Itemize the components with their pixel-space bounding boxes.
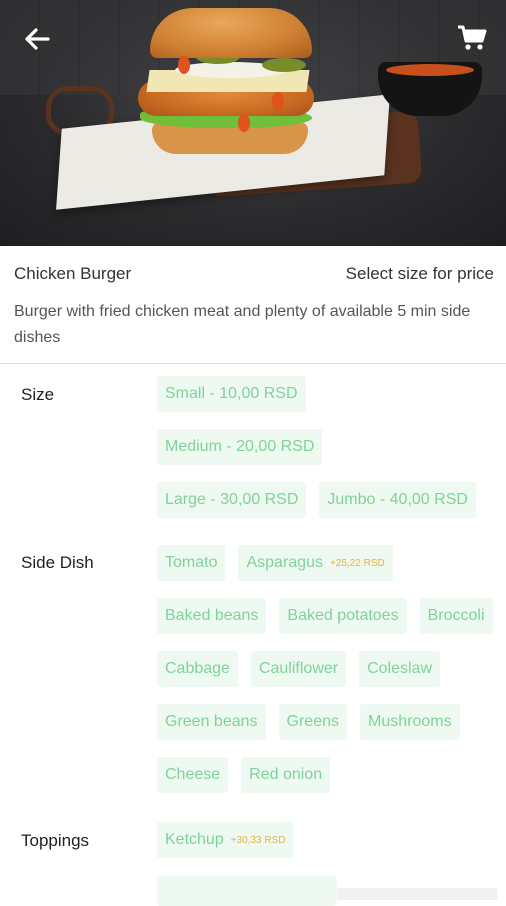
size-option[interactable]: Large - 30,00 RSD [157,482,307,518]
side-dish-option[interactable]: Baked beans [157,598,267,634]
back-button[interactable] [20,22,54,56]
size-label: Size [21,385,55,404]
side-dish-option[interactable]: Cabbage [157,651,238,687]
toppings-label: Toppings [21,831,90,850]
side-dish-option[interactable]: Asparagus +25,22 RSD [238,545,393,581]
burger-bun-top [150,8,312,58]
option-price: +30,33 RSD [230,834,286,846]
product-image [0,0,506,246]
side-dish-option[interactable]: Cheese [157,757,229,793]
size-options: Small - 10,00 RSD Medium - 20,00 RSD Lar… [157,376,477,518]
sauce [386,64,474,76]
side-dish-option[interactable]: Tomato [157,545,226,581]
arrow-left-icon [25,28,50,50]
side-dish-options: Tomato Asparagus +25,22 RSD Baked beans … [157,545,497,793]
side-dish-option[interactable]: Red onion [241,757,331,793]
side-dish-option[interactable]: Green beans [157,704,266,740]
topping-option[interactable]: Ketchup +30,33 RSD [157,822,294,858]
product-header-row: Chicken Burger Select size for price [14,262,494,286]
burger-sauce [272,92,284,110]
shopping-cart-icon [458,25,487,50]
bottom-bar [337,888,497,900]
side-dish-option[interactable]: Baked potatoes [279,598,407,634]
side-dish-option[interactable]: Coleslaw [359,651,441,687]
product-name: Chicken Burger [14,264,132,283]
side-dish-option[interactable]: Broccoli [419,598,493,634]
side-dish-option[interactable]: Mushrooms [359,704,460,740]
divider [0,363,506,364]
toppings-options: Ketchup +30,33 RSD [157,822,497,858]
side-dish-label: Side Dish [21,553,94,572]
size-option[interactable]: Small - 10,00 RSD [157,376,306,412]
price-hint: Select size for price [345,264,494,283]
burger-sauce [178,56,190,74]
product-description: Burger with fried chicken meat and plent… [14,303,471,346]
burger-sauce [238,114,250,132]
size-option[interactable]: Jumbo - 40,00 RSD [319,482,476,518]
burger-pickle [262,58,306,72]
cart-button[interactable] [454,20,490,56]
size-option[interactable]: Medium - 20,00 RSD [157,429,323,465]
option-price: +25,22 RSD [329,557,385,569]
side-dish-option[interactable]: Greens [278,704,347,740]
topping-option-partial[interactable] [157,876,337,906]
side-dish-option[interactable]: Cauliflower [250,651,347,687]
